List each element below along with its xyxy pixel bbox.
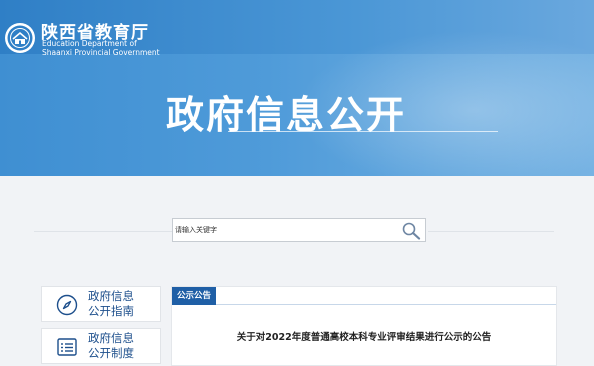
education-department-logo-icon[interactable] [4,22,36,54]
site-subtitle-en: Education Department of Shaanxi Provinci… [42,39,160,57]
sidebar-item-label: 政府信息 公开制度 [88,331,134,361]
search-bar [172,218,426,242]
title-underline [228,131,498,132]
document-list-icon [57,338,77,356]
tab-underline [172,304,556,305]
header-banner: 陕西省教育厅 Education Department of Shaanxi P… [0,0,594,176]
sidebar-item-disclosure-guide[interactable]: 政府信息 公开指南 [41,286,161,322]
sidebar-item-label-line1: 政府信息 [88,289,134,303]
sidebar-item-label-line1: 政府信息 [88,331,134,345]
tab-public-notices[interactable]: 公示公告 [172,287,217,305]
sidebar-item-label-line2: 公开指南 [88,304,134,318]
notice-title-link[interactable]: 关于对2022年度普通高校本科专业评审结果进行公示的公告 [172,329,556,343]
search-icon[interactable] [401,221,421,240]
sidebar-item-label: 政府信息 公开指南 [88,289,134,319]
search-divider-left [34,231,172,232]
search-input[interactable] [175,222,393,238]
site-subtitle-line1: Education Department of [42,39,137,48]
site-subtitle-line2: Shaanxi Provincial Government [42,48,160,57]
notice-panel: 公示公告 关于对2022年度普通高校本科专业评审结果进行公示的公告 [171,286,557,366]
search-divider-right [428,231,554,232]
compass-icon [56,294,78,316]
